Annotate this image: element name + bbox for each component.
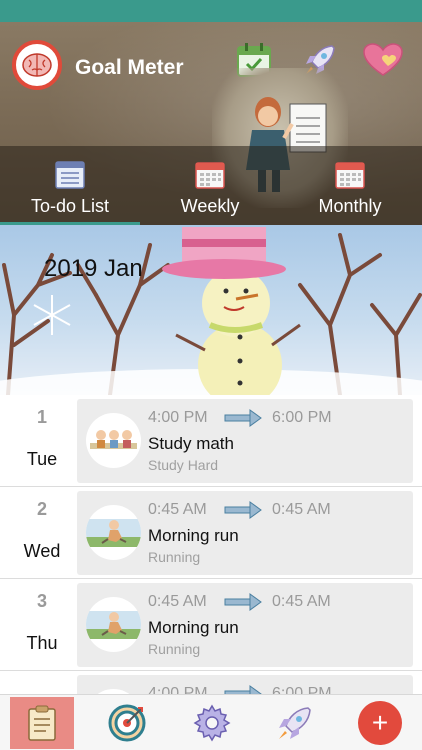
arrow-right-icon xyxy=(224,593,262,611)
day-name: Wed xyxy=(23,541,61,561)
calendar-icon xyxy=(335,162,365,189)
heart-icon[interactable] xyxy=(362,42,404,78)
task-card[interactable]: 0:45 AM 0:45 AM Morning run Running xyxy=(77,491,413,575)
start-time: 0:45 AM xyxy=(148,593,207,610)
schedule-list: 1 Tue 4:00 PM 6:00 PM Study math Study H… xyxy=(0,395,422,695)
rocket-icon xyxy=(279,707,311,739)
task-title: Study math xyxy=(148,434,234,453)
tab-weekly[interactable]: Weekly xyxy=(140,146,280,225)
day-name: Tue xyxy=(26,449,58,469)
end-time: 0:45 AM xyxy=(272,501,331,518)
list-item[interactable]: 3 Thu 0:45 AM 0:45 AM Morning run Runnin… xyxy=(0,579,422,671)
day-number: 2 xyxy=(36,499,47,519)
study-thumbnail-icon xyxy=(86,413,141,468)
start-time: 0:45 AM xyxy=(148,501,207,518)
task-title: Morning run xyxy=(148,618,239,637)
day-number: 1 xyxy=(36,407,47,427)
day-number: 3 xyxy=(36,591,47,611)
snowman-illustration xyxy=(0,227,422,395)
start-time: 4:00 PM xyxy=(148,409,208,426)
list-item[interactable]: 1 Tue 4:00 PM 6:00 PM Study math Study H… xyxy=(0,395,422,487)
add-button[interactable]: + xyxy=(348,697,412,749)
task-subtitle: Study Hard xyxy=(148,457,219,473)
end-time: 0:45 AM xyxy=(272,593,331,610)
month-label: 2019 Jan xyxy=(44,255,143,282)
month-banner: 2019 Jan xyxy=(0,225,422,395)
nav-launch-button[interactable] xyxy=(262,697,326,749)
gear-icon xyxy=(193,704,231,742)
list-item[interactable]: 2 Wed 0:45 AM 0:45 AM Morning run Runnin… xyxy=(0,487,422,579)
tab-monthly[interactable]: Monthly xyxy=(280,146,420,225)
target-icon xyxy=(108,704,146,742)
app-title: Goal Meter xyxy=(75,56,184,79)
header: Goal Meter To-do List Weekly Monthly xyxy=(0,22,422,225)
status-strip xyxy=(0,0,422,22)
running-thumbnail-icon xyxy=(86,597,141,652)
list-item[interactable]: 4:00 PM 6:00 PM xyxy=(0,671,422,695)
task-card[interactable]: 4:00 PM 6:00 PM Study math Study Hard xyxy=(77,399,413,483)
nav-settings-button[interactable] xyxy=(180,697,244,749)
add-icon: + xyxy=(358,701,402,745)
nav-goals-button[interactable] xyxy=(95,697,159,749)
task-title: Morning run xyxy=(148,526,239,545)
bottom-nav: + xyxy=(0,694,422,750)
goal-meter-app: Goal Meter To-do List Weekly Monthly 201… xyxy=(0,0,422,750)
tab-label: Monthly xyxy=(318,196,382,216)
running-thumbnail-icon xyxy=(86,505,141,560)
task-subtitle: Running xyxy=(148,641,201,657)
tab-label: Weekly xyxy=(180,196,240,216)
clipboard-icon xyxy=(28,705,56,741)
task-subtitle: Running xyxy=(148,549,201,565)
nav-todo-button[interactable] xyxy=(10,697,74,749)
calendar-icon xyxy=(195,162,225,189)
arrow-right-icon xyxy=(224,501,262,519)
task-card[interactable]: 4:00 PM 6:00 PM xyxy=(77,675,413,695)
task-card[interactable]: 0:45 AM 0:45 AM Morning run Running xyxy=(77,583,413,667)
tab-label: To-do List xyxy=(30,196,110,216)
tab-todo-list[interactable]: To-do List xyxy=(0,146,140,225)
end-time: 6:00 PM xyxy=(272,409,332,426)
checklist-icon xyxy=(55,161,85,189)
tab-bar: To-do List Weekly Monthly xyxy=(0,146,422,225)
arrow-right-icon xyxy=(224,409,262,427)
day-name: Thu xyxy=(26,633,58,653)
brain-logo-icon xyxy=(12,40,62,90)
